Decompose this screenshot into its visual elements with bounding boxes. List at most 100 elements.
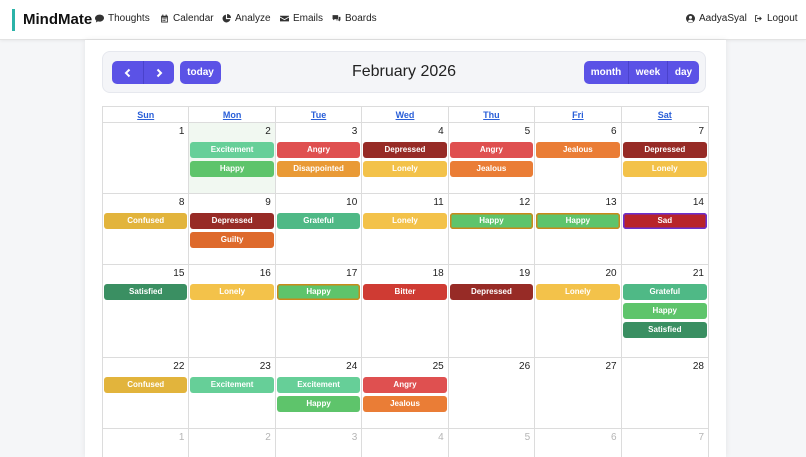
day-number[interactable]: 7: [623, 125, 707, 140]
day-number[interactable]: 23: [190, 360, 273, 375]
day-number[interactable]: 5: [450, 431, 533, 446]
day-number[interactable]: 8: [104, 196, 187, 211]
mood-event[interactable]: Jealous: [363, 396, 447, 412]
day-number[interactable]: 21: [623, 267, 707, 282]
nav-item-emails[interactable]: Emails: [280, 13, 323, 24]
logout-button[interactable]: Logout: [754, 13, 798, 24]
day-number[interactable]: 2: [190, 431, 273, 446]
day-cell[interactable]: 12 Happy: [449, 194, 536, 264]
day-number[interactable]: 3: [277, 125, 360, 140]
day-cell[interactable]: 22 Confused: [103, 358, 190, 428]
mood-event[interactable]: Happy: [449, 213, 534, 229]
mood-event[interactable]: Confused: [104, 377, 188, 393]
day-number[interactable]: 1: [104, 431, 187, 446]
nav-item-boards[interactable]: Boards: [332, 13, 377, 24]
day-cell[interactable]: 3 Angry Disappointed: [276, 123, 363, 193]
weekday-header-tue[interactable]: Tue: [276, 107, 363, 123]
day-number[interactable]: 27: [536, 360, 619, 375]
day-number[interactable]: 14: [623, 196, 707, 211]
day-cell[interactable]: 19 Depressed: [449, 265, 536, 357]
mood-event[interactable]: Angry: [363, 377, 447, 393]
day-cell[interactable]: 27: [535, 358, 622, 428]
mood-event[interactable]: Happy: [622, 303, 707, 319]
day-number[interactable]: 5: [450, 125, 533, 140]
day-number[interactable]: 3: [277, 431, 360, 446]
day-number[interactable]: 1: [104, 125, 187, 140]
mood-event[interactable]: Grateful: [622, 284, 707, 300]
weekday-header-thu[interactable]: Thu: [449, 107, 536, 123]
day-cell[interactable]: 18 Bitter: [362, 265, 449, 357]
day-cell[interactable]: 3: [276, 429, 363, 457]
day-cell[interactable]: 4: [362, 429, 449, 457]
day-cell[interactable]: 17 Happy: [276, 265, 363, 357]
day-number[interactable]: 10: [277, 196, 360, 211]
day-number[interactable]: 11: [363, 196, 446, 211]
day-cell[interactable]: 1: [103, 429, 190, 457]
day-cell[interactable]: 1: [103, 123, 190, 193]
mood-event[interactable]: Depressed: [449, 284, 534, 300]
mood-event[interactable]: Happy: [190, 161, 274, 177]
mood-event[interactable]: Excitement: [190, 377, 274, 393]
day-cell[interactable]: 5 Angry Jealous: [449, 123, 536, 193]
mood-event[interactable]: Lonely: [622, 161, 707, 177]
mood-event[interactable]: Lonely: [536, 284, 620, 300]
day-number[interactable]: 15: [104, 267, 187, 282]
weekday-header-fri[interactable]: Fri: [535, 107, 622, 123]
day-cell[interactable]: 10 Grateful: [276, 194, 363, 264]
day-cell[interactable]: 20 Lonely: [535, 265, 622, 357]
weekday-header-wed[interactable]: Wed: [362, 107, 449, 123]
day-number[interactable]: 28: [623, 360, 707, 375]
day-cell[interactable]: 4 Depressed Lonely: [362, 123, 449, 193]
mood-event[interactable]: Confused: [104, 213, 188, 229]
mood-event[interactable]: Jealous: [449, 161, 534, 177]
day-number[interactable]: 6: [536, 125, 619, 140]
brand-logo[interactable]: MindMate: [12, 9, 92, 31]
weekday-header-sat[interactable]: Sat: [622, 107, 708, 123]
mood-event[interactable]: Satisfied: [104, 284, 188, 300]
day-number[interactable]: 25: [363, 360, 446, 375]
day-number[interactable]: 24: [277, 360, 360, 375]
day-cell[interactable]: 24 Excitement Happy: [276, 358, 363, 428]
day-cell[interactable]: 6 Jealous: [535, 123, 622, 193]
weekday-header-sun[interactable]: Sun: [103, 107, 190, 123]
day-cell[interactable]: 7 Depressed Lonely: [622, 123, 708, 193]
mood-event[interactable]: Guilty: [190, 232, 274, 248]
day-number[interactable]: 17: [277, 267, 360, 282]
mood-event[interactable]: Bitter: [363, 284, 447, 300]
mood-event[interactable]: Grateful: [276, 213, 361, 229]
nav-item-analyze[interactable]: Analyze: [222, 13, 271, 24]
user-menu[interactable]: AadyaSyal: [686, 13, 747, 24]
day-cell[interactable]: 9 Depressed Guilty: [189, 194, 276, 264]
day-number[interactable]: 26: [450, 360, 533, 375]
mood-event[interactable]: Jealous: [536, 142, 620, 158]
day-cell[interactable]: 7: [622, 429, 708, 457]
mood-event[interactable]: Disappointed: [276, 161, 361, 177]
mood-event[interactable]: Depressed: [363, 142, 447, 158]
view-day-button[interactable]: day: [667, 61, 699, 84]
day-number[interactable]: 7: [623, 431, 707, 446]
nav-item-thoughts[interactable]: Thoughts: [95, 13, 150, 24]
day-number[interactable]: 20: [536, 267, 619, 282]
day-cell[interactable]: 2 Excitement Happy: [189, 123, 276, 193]
view-week-button[interactable]: week: [628, 61, 667, 84]
day-number[interactable]: 6: [536, 431, 619, 446]
mood-event[interactable]: Depressed: [190, 213, 274, 229]
day-cell[interactable]: 11 Lonely: [362, 194, 449, 264]
mood-event[interactable]: Sad: [622, 213, 707, 229]
day-cell[interactable]: 5: [449, 429, 536, 457]
day-cell[interactable]: 15 Satisfied: [103, 265, 190, 357]
mood-event[interactable]: Happy: [536, 213, 620, 229]
mood-event[interactable]: Satisfied: [622, 322, 707, 338]
mood-event[interactable]: Happy: [276, 396, 361, 412]
day-number[interactable]: 4: [363, 125, 446, 140]
day-cell[interactable]: 28: [622, 358, 708, 428]
day-cell[interactable]: 8 Confused: [103, 194, 190, 264]
day-cell[interactable]: 6: [535, 429, 622, 457]
day-number[interactable]: 13: [536, 196, 619, 211]
nav-item-calendar[interactable]: Calendar: [160, 13, 214, 24]
mood-event[interactable]: Angry: [276, 142, 361, 158]
day-number[interactable]: 19: [450, 267, 533, 282]
day-number[interactable]: 2: [190, 125, 273, 140]
day-cell[interactable]: 16 Lonely: [189, 265, 276, 357]
mood-event[interactable]: Happy: [276, 284, 361, 300]
